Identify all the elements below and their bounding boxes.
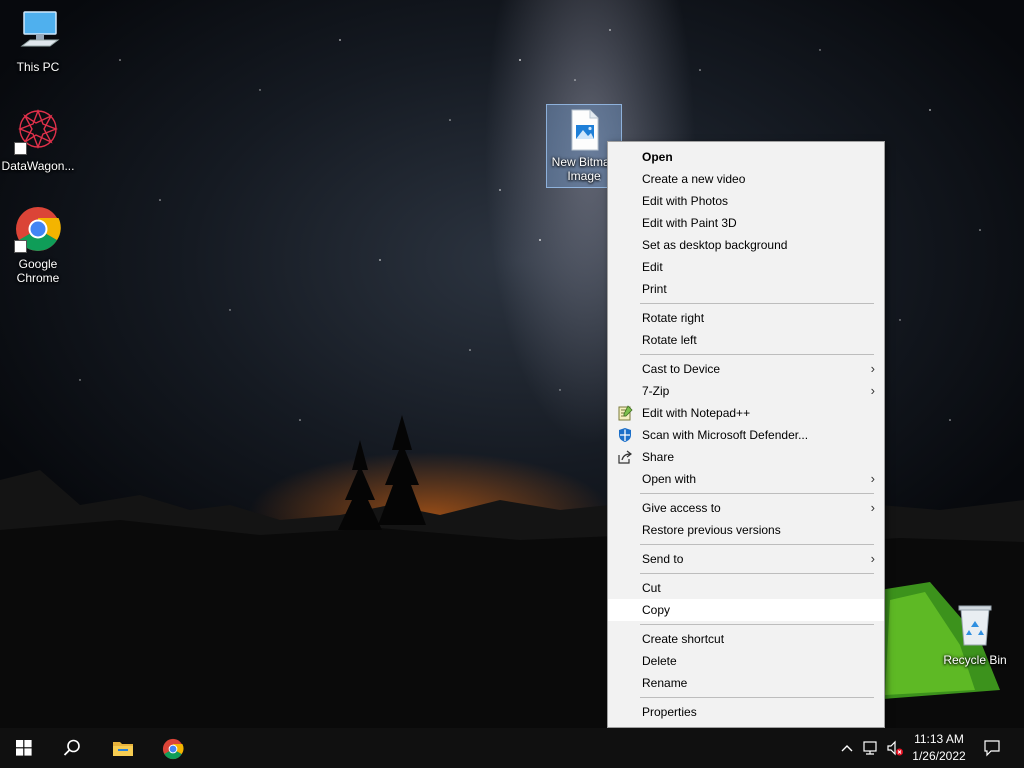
- menu-item-label: Scan with Microsoft Defender...: [642, 428, 809, 442]
- menu-item-copy[interactable]: Copy: [608, 599, 884, 621]
- menu-item-label: Edit with Paint 3D: [642, 216, 737, 230]
- menu-item-label: Share: [642, 450, 675, 464]
- desktop-icon-label: This PC: [16, 60, 60, 74]
- chevron-right-icon: ›: [870, 551, 875, 566]
- desktop-icon-recycle-bin[interactable]: Recycle Bin: [937, 601, 1013, 667]
- menu-item-open[interactable]: Open: [608, 146, 884, 168]
- recycle-bin-icon: [951, 601, 999, 649]
- share-icon: [617, 449, 633, 465]
- desktop-icon-google-chrome[interactable]: Google Chrome: [0, 205, 76, 285]
- image-file-icon: [564, 109, 604, 151]
- menu-item-create-shortcut[interactable]: Create shortcut: [608, 628, 884, 650]
- chrome-icon: [14, 205, 62, 253]
- search-button[interactable]: [48, 728, 96, 768]
- menu-separator: [608, 570, 884, 577]
- chevron-right-icon: ›: [870, 500, 875, 515]
- taskbar-clock[interactable]: 11:13 AM 1/26/2022: [904, 731, 974, 765]
- desktop-icon-label: Google Chrome: [16, 257, 60, 285]
- clock-date: 1/26/2022: [912, 749, 966, 763]
- menu-item-cut[interactable]: Cut: [608, 577, 884, 599]
- menu-item-label: Print: [642, 282, 667, 296]
- menu-item-properties[interactable]: Properties: [608, 701, 884, 723]
- menu-item-label: Edit with Notepad++: [642, 406, 751, 420]
- shortcut-arrow-icon: [14, 142, 27, 155]
- file-explorer-icon: [113, 742, 133, 756]
- chrome-taskbar-button[interactable]: [148, 728, 196, 768]
- menu-separator: [608, 621, 884, 628]
- datawagon-icon: [14, 107, 62, 155]
- taskbar: 11:13 AM 1/26/2022: [0, 728, 1024, 768]
- start-button[interactable]: [0, 728, 48, 768]
- menu-item-open-with[interactable]: Open with ›: [608, 468, 884, 490]
- shortcut-arrow-icon: [14, 240, 27, 253]
- menu-separator: [608, 300, 884, 307]
- desktop-icon-label: Recycle Bin: [943, 653, 1007, 667]
- menu-item-7-zip[interactable]: 7-Zip ›: [608, 380, 884, 402]
- menu-item-rotate-left[interactable]: Rotate left: [608, 329, 884, 351]
- menu-item-rotate-right[interactable]: Rotate right: [608, 307, 884, 329]
- menu-item-cast-to-device[interactable]: Cast to Device ›: [608, 358, 884, 380]
- menu-item-print[interactable]: Print: [608, 278, 884, 300]
- menu-item-label: Rotate left: [642, 333, 697, 347]
- menu-item-label: Restore previous versions: [642, 523, 781, 537]
- menu-item-label: Copy: [642, 603, 671, 617]
- menu-item-label: Cut: [642, 581, 661, 595]
- file-explorer-button[interactable]: [98, 728, 146, 768]
- start-icon: [16, 740, 32, 756]
- menu-item-label: Create shortcut: [642, 632, 725, 646]
- menu-item-label: 7-Zip: [642, 384, 670, 398]
- desktop-icon-datawagon[interactable]: DataWagon...: [0, 107, 76, 173]
- menu-item-edit-with-paint-3d[interactable]: Edit with Paint 3D: [608, 212, 884, 234]
- menu-item-share[interactable]: Share: [608, 446, 884, 468]
- network-icon[interactable]: [862, 739, 880, 757]
- menu-item-rename[interactable]: Rename: [608, 672, 884, 694]
- chevron-right-icon: ›: [870, 471, 875, 486]
- menu-item-label: Set as desktop background: [642, 238, 788, 252]
- menu-item-edit-with-photos[interactable]: Edit with Photos: [608, 190, 884, 212]
- menu-item-edit[interactable]: Edit: [608, 256, 884, 278]
- menu-separator: [608, 351, 884, 358]
- defender-shield-icon: [617, 427, 633, 443]
- menu-item-label: Open with: [642, 472, 697, 486]
- menu-item-restore-previous-versions[interactable]: Restore previous versions: [608, 519, 884, 541]
- volume-muted-icon[interactable]: [886, 739, 904, 757]
- chrome-icon: [162, 738, 184, 760]
- menu-separator: [608, 490, 884, 497]
- menu-item-label: Rotate right: [642, 311, 705, 325]
- context-menu: Open Create a new video Edit with Photos…: [607, 141, 885, 728]
- desktop-icon-this-pc[interactable]: This PC: [0, 8, 76, 74]
- menu-item-give-access-to[interactable]: Give access to ›: [608, 497, 884, 519]
- menu-item-label: Edit with Photos: [642, 194, 729, 208]
- menu-item-label: Create a new video: [642, 172, 746, 186]
- menu-item-scan-with-defender[interactable]: Scan with Microsoft Defender...: [608, 424, 884, 446]
- desktop-icon-label: DataWagon...: [1, 159, 75, 173]
- menu-item-label: Edit: [642, 260, 663, 274]
- clock-time: 11:13 AM: [914, 732, 964, 746]
- notepad-plus-plus-icon: [617, 405, 633, 421]
- menu-separator: [608, 694, 884, 701]
- search-icon: [63, 739, 80, 756]
- chevron-right-icon: ›: [870, 383, 875, 398]
- menu-item-send-to[interactable]: Send to ›: [608, 548, 884, 570]
- menu-item-set-desktop-background[interactable]: Set as desktop background: [608, 234, 884, 256]
- menu-item-delete[interactable]: Delete: [608, 650, 884, 672]
- menu-item-label: Open: [642, 150, 673, 164]
- menu-item-create-new-video[interactable]: Create a new video: [608, 168, 884, 190]
- computer-icon: [14, 8, 62, 56]
- menu-separator: [608, 541, 884, 548]
- menu-item-label: Delete: [642, 654, 677, 668]
- chevron-up-icon[interactable]: [838, 739, 856, 757]
- menu-item-label: Properties: [642, 705, 697, 719]
- menu-item-edit-with-notepad-plus-plus[interactable]: Edit with Notepad++: [608, 402, 884, 424]
- menu-item-label: Cast to Device: [642, 362, 721, 376]
- chevron-right-icon: ›: [870, 361, 875, 376]
- menu-item-label: Rename: [642, 676, 688, 690]
- menu-item-label: Send to: [642, 552, 684, 566]
- action-center-icon[interactable]: [983, 739, 1001, 757]
- menu-item-label: Give access to: [642, 501, 721, 515]
